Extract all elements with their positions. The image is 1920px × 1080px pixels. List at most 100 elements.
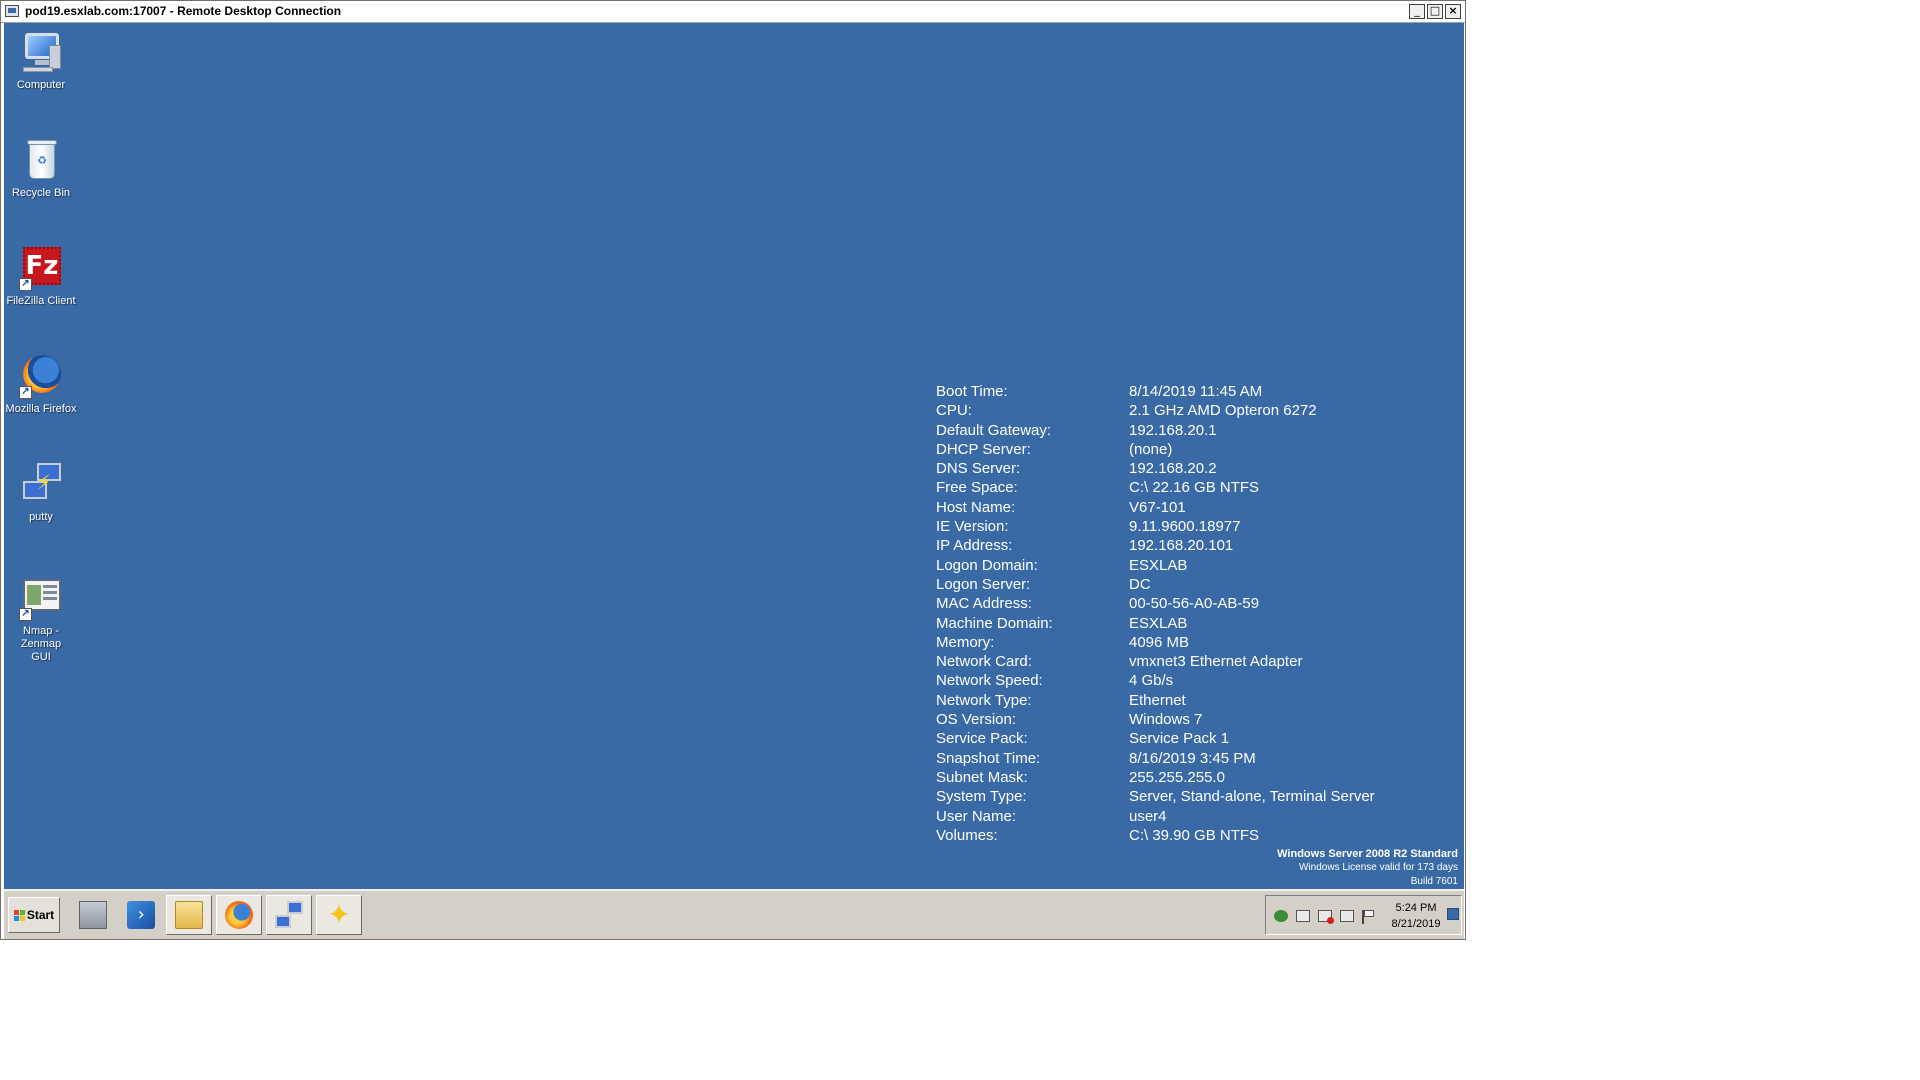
desktop-icon-computer[interactable]: Computer [4,27,78,92]
bginfo-label: Free Space: [936,479,1018,497]
flag-icon[interactable] [1362,910,1374,924]
bginfo-label: MAC Address: [936,595,1032,613]
bginfo-row: CPU: 2.1 GHz AMD Opteron 6272 [936,401,1375,420]
bginfo-row: Memory: 4096 MB [936,633,1375,652]
bginfo-label: Volumes: [936,826,998,844]
bginfo-value: ESXLAB [1129,556,1188,574]
bginfo-label: Host Name: [936,498,1016,516]
bginfo-label: DHCP Server: [936,440,1031,458]
desktop-icon-label: FileZilla Client [6,295,76,307]
bginfo-row: DNS Server: 192.168.20.2 [936,459,1375,478]
bginfo-label: Logon Domain: [936,556,1038,574]
bginfo-row: Network Type: Ethernet [936,691,1375,710]
bginfo-value: 00-50-56-A0-AB-59 [1129,595,1260,613]
taskbar: Start › ✦ 5:24 PM 8/21/2019 [4,889,1464,939]
remote-desktop-icon[interactable] [5,5,19,17]
taskbar-sticky-notes[interactable]: ✦ [316,895,362,935]
bginfo-label: OS Version: [936,711,1017,729]
start-button[interactable]: Start [8,897,60,933]
taskbar-firefox[interactable] [216,895,262,935]
desktop-icon-nmap[interactable]: ↗ Nmap - Zenmap GUI [4,573,78,664]
bginfo-label: User Name: [936,807,1017,825]
bginfo-row: OS Version: Windows 7 [936,710,1375,729]
bginfo-value: Ethernet [1129,691,1186,709]
bginfo-value: Service Pack 1 [1129,730,1230,748]
bginfo-value: DC [1129,575,1151,593]
bginfo-row: DHCP Server: (none) [936,440,1375,459]
bginfo-row: Network Card: vmxnet3 Ethernet Adapter [936,652,1375,671]
desktop-icon-firefox[interactable]: ↗ Mozilla Firefox [4,351,78,416]
remote-desktop-window: pod19.esxlab.com:17007 - Remote Desktop … [0,0,1466,940]
bginfo-label: Service Pack: [936,730,1028,748]
window-titlebar[interactable]: pod19.esxlab.com:17007 - Remote Desktop … [1,1,1465,23]
nmap-icon: ↗ [17,573,65,621]
desktop[interactable]: Computer ♻ Recycle Bin Fz ↗ FileZilla Cl… [4,23,1464,889]
bginfo-value: V67-101 [1129,498,1186,516]
desktop-icon-putty[interactable]: ⚡ putty [4,459,78,524]
close-button[interactable]: × [1445,4,1461,19]
bginfo-row: Service Pack: Service Pack 1 [936,729,1375,748]
bginfo-row: Free Space: C:\ 22.16 GB NTFS [936,478,1375,497]
volume-muted-icon[interactable] [1318,910,1334,924]
bginfo-row: Volumes: C:\ 39.90 GB NTFS [936,826,1375,845]
bginfo-row: Subnet Mask: 255.255.255.0 [936,768,1375,787]
bginfo-label: Machine Domain: [936,614,1053,632]
bginfo-row: IP Address: 192.168.20.101 [936,536,1375,555]
bginfo-row: Boot Time: 8/14/2019 11:45 AM [936,382,1375,401]
taskbar-putty[interactable] [266,895,312,935]
desktop-icon-recycle-bin[interactable]: ♻ Recycle Bin [4,135,78,200]
action-center-icon[interactable] [1296,910,1310,922]
bginfo-label: IP Address: [936,537,1013,555]
server-watermark: Windows Server 2008 R2 Standard Windows … [1277,847,1458,889]
bginfo-label: IE Version: [936,518,1009,536]
firefox-icon [225,901,253,929]
show-desktop-button[interactable] [1447,908,1459,920]
bginfo-value: Server, Stand-alone, Terminal Server [1129,788,1375,806]
windows-logo-icon [13,909,25,921]
putty-icon: ⚡ [17,459,65,507]
maximize-button[interactable]: □ [1427,4,1443,19]
bginfo-label: DNS Server: [936,460,1021,478]
desktop-icon-label: Computer [16,79,66,91]
bginfo-label: Default Gateway: [936,421,1052,439]
bginfo-value: vmxnet3 Ethernet Adapter [1129,653,1303,671]
bginfo-row: Machine Domain: ESXLAB [936,614,1375,633]
bginfo-row: Logon Domain: ESXLAB [936,556,1375,575]
network-icon[interactable] [1274,910,1288,922]
license-status: Windows License valid for 173 days [1299,862,1458,873]
desktop-icon-label: Mozilla Firefox [5,403,77,415]
bginfo-value: ESXLAB [1129,614,1188,632]
bginfo-label: Network Speed: [936,672,1043,690]
tray-clock[interactable]: 5:24 PM 8/21/2019 [1390,900,1442,932]
bginfo-label: System Type: [936,788,1027,806]
bginfo-label: Subnet Mask: [936,768,1028,786]
bginfo-value: 8/16/2019 3:45 PM [1129,749,1256,767]
bginfo-label: Snapshot Time: [936,749,1041,767]
bginfo-row: Host Name: V67-101 [936,498,1375,517]
shortcut-arrow-icon: ↗ [19,386,32,399]
desktop-icon-filezilla[interactable]: Fz ↗ FileZilla Client [4,243,78,308]
bginfo-row: Logon Server: DC [936,575,1375,594]
desktop-icon-label: Nmap - Zenmap GUI [20,625,62,663]
sticky-notes-icon: ✦ [327,898,351,931]
bginfo-label: CPU: [936,402,972,420]
taskbar-server-manager[interactable] [70,895,116,935]
bginfo-value: 192.168.20.101 [1129,537,1234,555]
bginfo-value: 4096 MB [1129,633,1190,651]
minimize-button[interactable]: _ [1409,4,1425,19]
window-title: pod19.esxlab.com:17007 - Remote Desktop … [25,4,342,18]
start-label: Start [26,908,55,922]
putty-icon [275,901,303,929]
taskbar-powershell[interactable]: › [118,895,164,935]
clock-time: 5:24 PM [1395,902,1437,914]
bginfo-panel: Boot Time: 8/14/2019 11:45 AM CPU: 2.1 GHz… [936,382,1375,845]
bginfo-label: Boot Time: [936,383,1008,400]
desktop-icon-label: putty [29,511,53,523]
taskbar-explorer[interactable] [166,895,212,935]
bginfo-value: C:\ 39.90 GB NTFS [1129,826,1260,844]
bginfo-value: C:\ 22.16 GB NTFS [1129,479,1260,497]
bginfo-row: MAC Address: 00-50-56-A0-AB-59 [936,594,1375,613]
bginfo-row: Snapshot Time: 8/16/2019 3:45 PM [936,749,1375,768]
build-number: Build 7601 [1410,876,1458,887]
display-icon[interactable] [1340,910,1354,922]
